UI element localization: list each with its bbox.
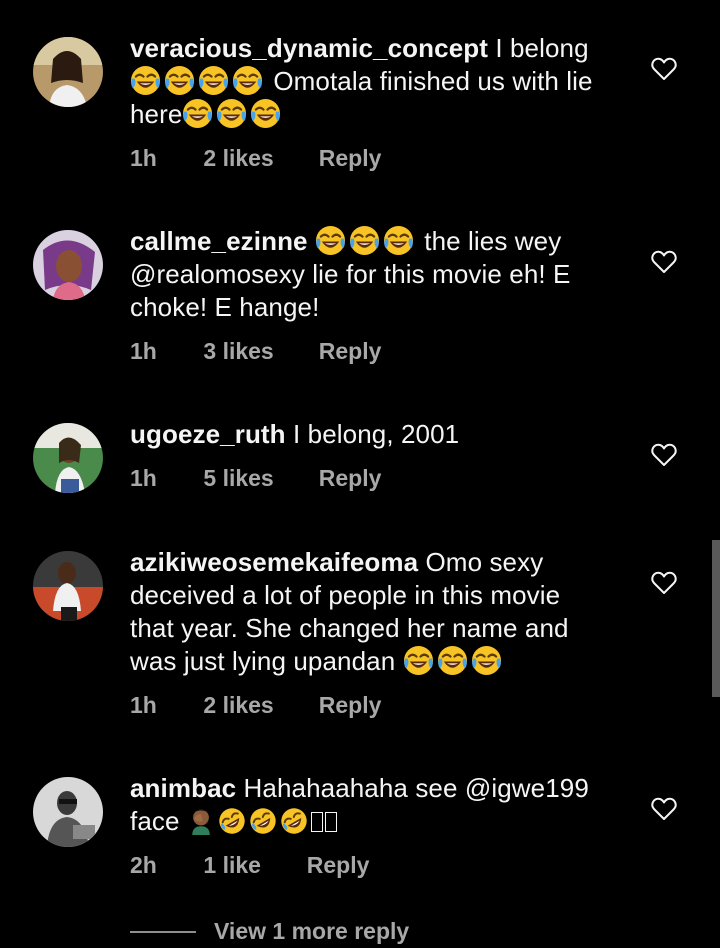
comment-text: here — [130, 99, 183, 129]
comment-text: Omotala finished us with lie — [273, 66, 593, 96]
comment-time: 1h — [130, 145, 157, 171]
comment-text: I belong, 2001 — [293, 419, 460, 449]
view-more-replies-label: View 1 more reply — [214, 918, 410, 944]
laughing-emoji-icon — [471, 645, 502, 676]
comment-text: that year. She changed her name and — [130, 613, 569, 643]
avatar[interactable] — [33, 37, 103, 107]
scrollbar-thumb[interactable] — [712, 540, 720, 697]
comment-meta: 1h 2 likes Reply — [130, 145, 381, 172]
comment-likes[interactable]: 2 likes — [203, 145, 312, 172]
heart-icon[interactable] — [651, 571, 677, 595]
reply-button[interactable]: Reply — [307, 852, 370, 879]
heart-icon[interactable] — [651, 250, 677, 274]
heart-icon[interactable] — [651, 57, 677, 81]
laughing-emoji-icon — [198, 65, 229, 96]
reply-button[interactable]: Reply — [319, 338, 382, 365]
comment-body: animbac Hahahaahaha see @igwe199 face — [130, 772, 630, 838]
comment-username[interactable]: veracious_dynamic_concept — [130, 33, 488, 63]
laughing-emoji-icon — [383, 225, 414, 256]
comment-meta: 1h 3 likes Reply — [130, 338, 381, 365]
comment-likes[interactable]: 1 like — [203, 852, 300, 879]
comment-username[interactable]: azikiweosemekaifeoma — [130, 547, 418, 577]
avatar[interactable] — [33, 423, 103, 493]
rolling-laughing-emoji-icon — [280, 807, 308, 835]
comment-body: ugoeze_ruth I belong, 2001 — [130, 418, 630, 451]
comment-time: 1h — [130, 338, 157, 364]
comment-time: 1h — [130, 692, 157, 718]
avatar[interactable] — [33, 777, 103, 847]
comment-text: the lies wey — [424, 226, 562, 256]
facepalm-emoji-icon — [187, 807, 215, 835]
comment-body: azikiweosemekaifeoma Omo sexy deceived a… — [130, 546, 630, 678]
comment-likes[interactable]: 3 likes — [203, 338, 312, 365]
comment-likes[interactable]: 2 likes — [203, 692, 312, 719]
divider-line — [130, 930, 196, 933]
comment-text: deceived a lot of people in this movie — [130, 580, 561, 610]
comment-time: 1h — [130, 465, 157, 491]
comment-username[interactable]: animbac — [130, 773, 236, 803]
comment-likes[interactable]: 5 likes — [203, 465, 312, 492]
laughing-emoji-icon — [232, 65, 263, 96]
reply-button[interactable]: Reply — [319, 692, 382, 719]
laughing-emoji-icon — [315, 225, 346, 256]
avatar[interactable] — [33, 230, 103, 300]
laughing-emoji-icon — [437, 645, 468, 676]
view-more-replies-button[interactable]: View 1 more reply — [130, 918, 409, 948]
comment-text: I belong — [495, 33, 589, 63]
rolling-laughing-emoji-icon — [218, 807, 246, 835]
comment-meta: 2h 1 like Reply — [130, 852, 369, 879]
comment-text: was just lying upandan — [130, 646, 396, 676]
heart-icon[interactable] — [651, 797, 677, 821]
comment-time: 2h — [130, 852, 157, 878]
heart-icon[interactable] — [651, 443, 677, 467]
comment-text: face — [130, 806, 180, 836]
rolling-laughing-emoji-icon — [249, 807, 277, 835]
unknown-glyph-icon — [310, 812, 323, 832]
comment-meta: 1h 5 likes Reply — [130, 465, 381, 492]
comment-body: veracious_dynamic_concept I belong Omota… — [130, 32, 630, 131]
laughing-emoji-icon — [250, 98, 281, 129]
unknown-glyph-icon — [324, 812, 337, 832]
comment-body: callme_ezinne the lies wey @realomosexy … — [130, 225, 630, 324]
comment-username[interactable]: callme_ezinne — [130, 226, 308, 256]
reply-button[interactable]: Reply — [319, 145, 382, 172]
comment-text: @realomosexy lie for this movie eh! E — [130, 259, 571, 289]
comment-text: Omo sexy — [425, 547, 544, 577]
avatar[interactable] — [33, 551, 103, 621]
laughing-emoji-icon — [216, 98, 247, 129]
laughing-emoji-icon — [349, 225, 380, 256]
laughing-emoji-icon — [164, 65, 195, 96]
comment-meta: 1h 2 likes Reply — [130, 692, 381, 719]
laughing-emoji-icon — [182, 98, 213, 129]
comment-text: Hahahaahaha see @igwe199 — [243, 773, 589, 803]
comment-username[interactable]: ugoeze_ruth — [130, 419, 286, 449]
comment-text: choke! E hange! — [130, 292, 320, 322]
laughing-emoji-icon — [403, 645, 434, 676]
laughing-emoji-icon — [130, 65, 161, 96]
reply-button[interactable]: Reply — [319, 465, 382, 492]
